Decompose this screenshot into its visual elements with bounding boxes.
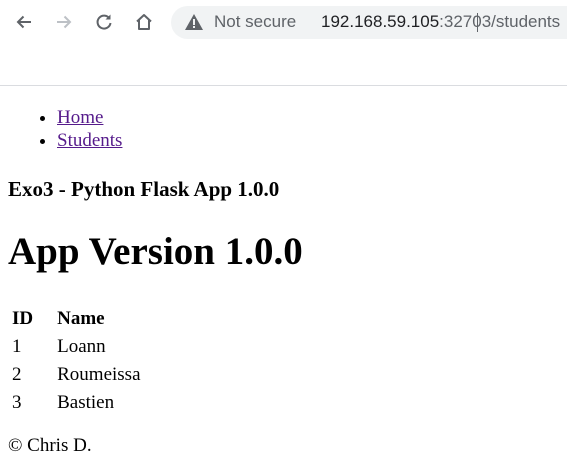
forward-arrow-icon [57,15,72,29]
students-table: ID Name 1 Loann 2 Roumeissa 3 Bastien [8,304,145,417]
student-name-cell: Roumeissa [57,364,141,385]
address-bar[interactable]: Not secure 192.168.59.105:32703/students [171,6,567,39]
site-nav: Home Students [0,106,122,152]
table-header-row: ID Name [11,305,142,332]
footer-copyright: © Chris D. [8,435,92,456]
url-port-path: :32703/students [439,12,561,31]
back-button[interactable] [9,7,39,37]
url-host: 192.168.59.105 [321,12,440,31]
student-id-cell: 2 [12,364,22,385]
browser-toolbar: Not secure 192.168.59.105:32703/students [0,0,567,46]
security-status-label[interactable]: Not secure [214,12,296,32]
table-row: 2 Roumeissa [11,361,142,388]
toolbar-divider [0,85,567,86]
home-icon [136,14,152,30]
home-link[interactable]: Home [57,107,103,128]
students-link[interactable]: Students [57,130,122,151]
warning-icon[interactable] [185,14,203,35]
column-header-id: ID [12,308,34,329]
nav-item-home: Home [57,106,122,129]
student-name-cell: Loann [57,336,106,357]
nav-item-students: Students [57,129,122,152]
home-button[interactable] [129,7,159,37]
column-header-name: Name [57,308,105,329]
student-id-cell: 1 [12,336,22,357]
forward-button[interactable] [49,7,79,37]
table-row: 3 Bastien [11,389,142,416]
reload-button[interactable] [89,7,119,37]
student-name-cell: Bastien [57,392,115,413]
table-row: 1 Loann [11,333,142,360]
page-title: App Version 1.0.0 [8,230,303,273]
app-subtitle: Exo3 - Python Flask App 1.0.0 [8,177,280,201]
url-text[interactable]: 192.168.59.105:32703/students [321,12,560,32]
back-arrow-icon [16,15,31,29]
reload-icon [96,14,112,30]
student-id-cell: 3 [12,392,22,413]
